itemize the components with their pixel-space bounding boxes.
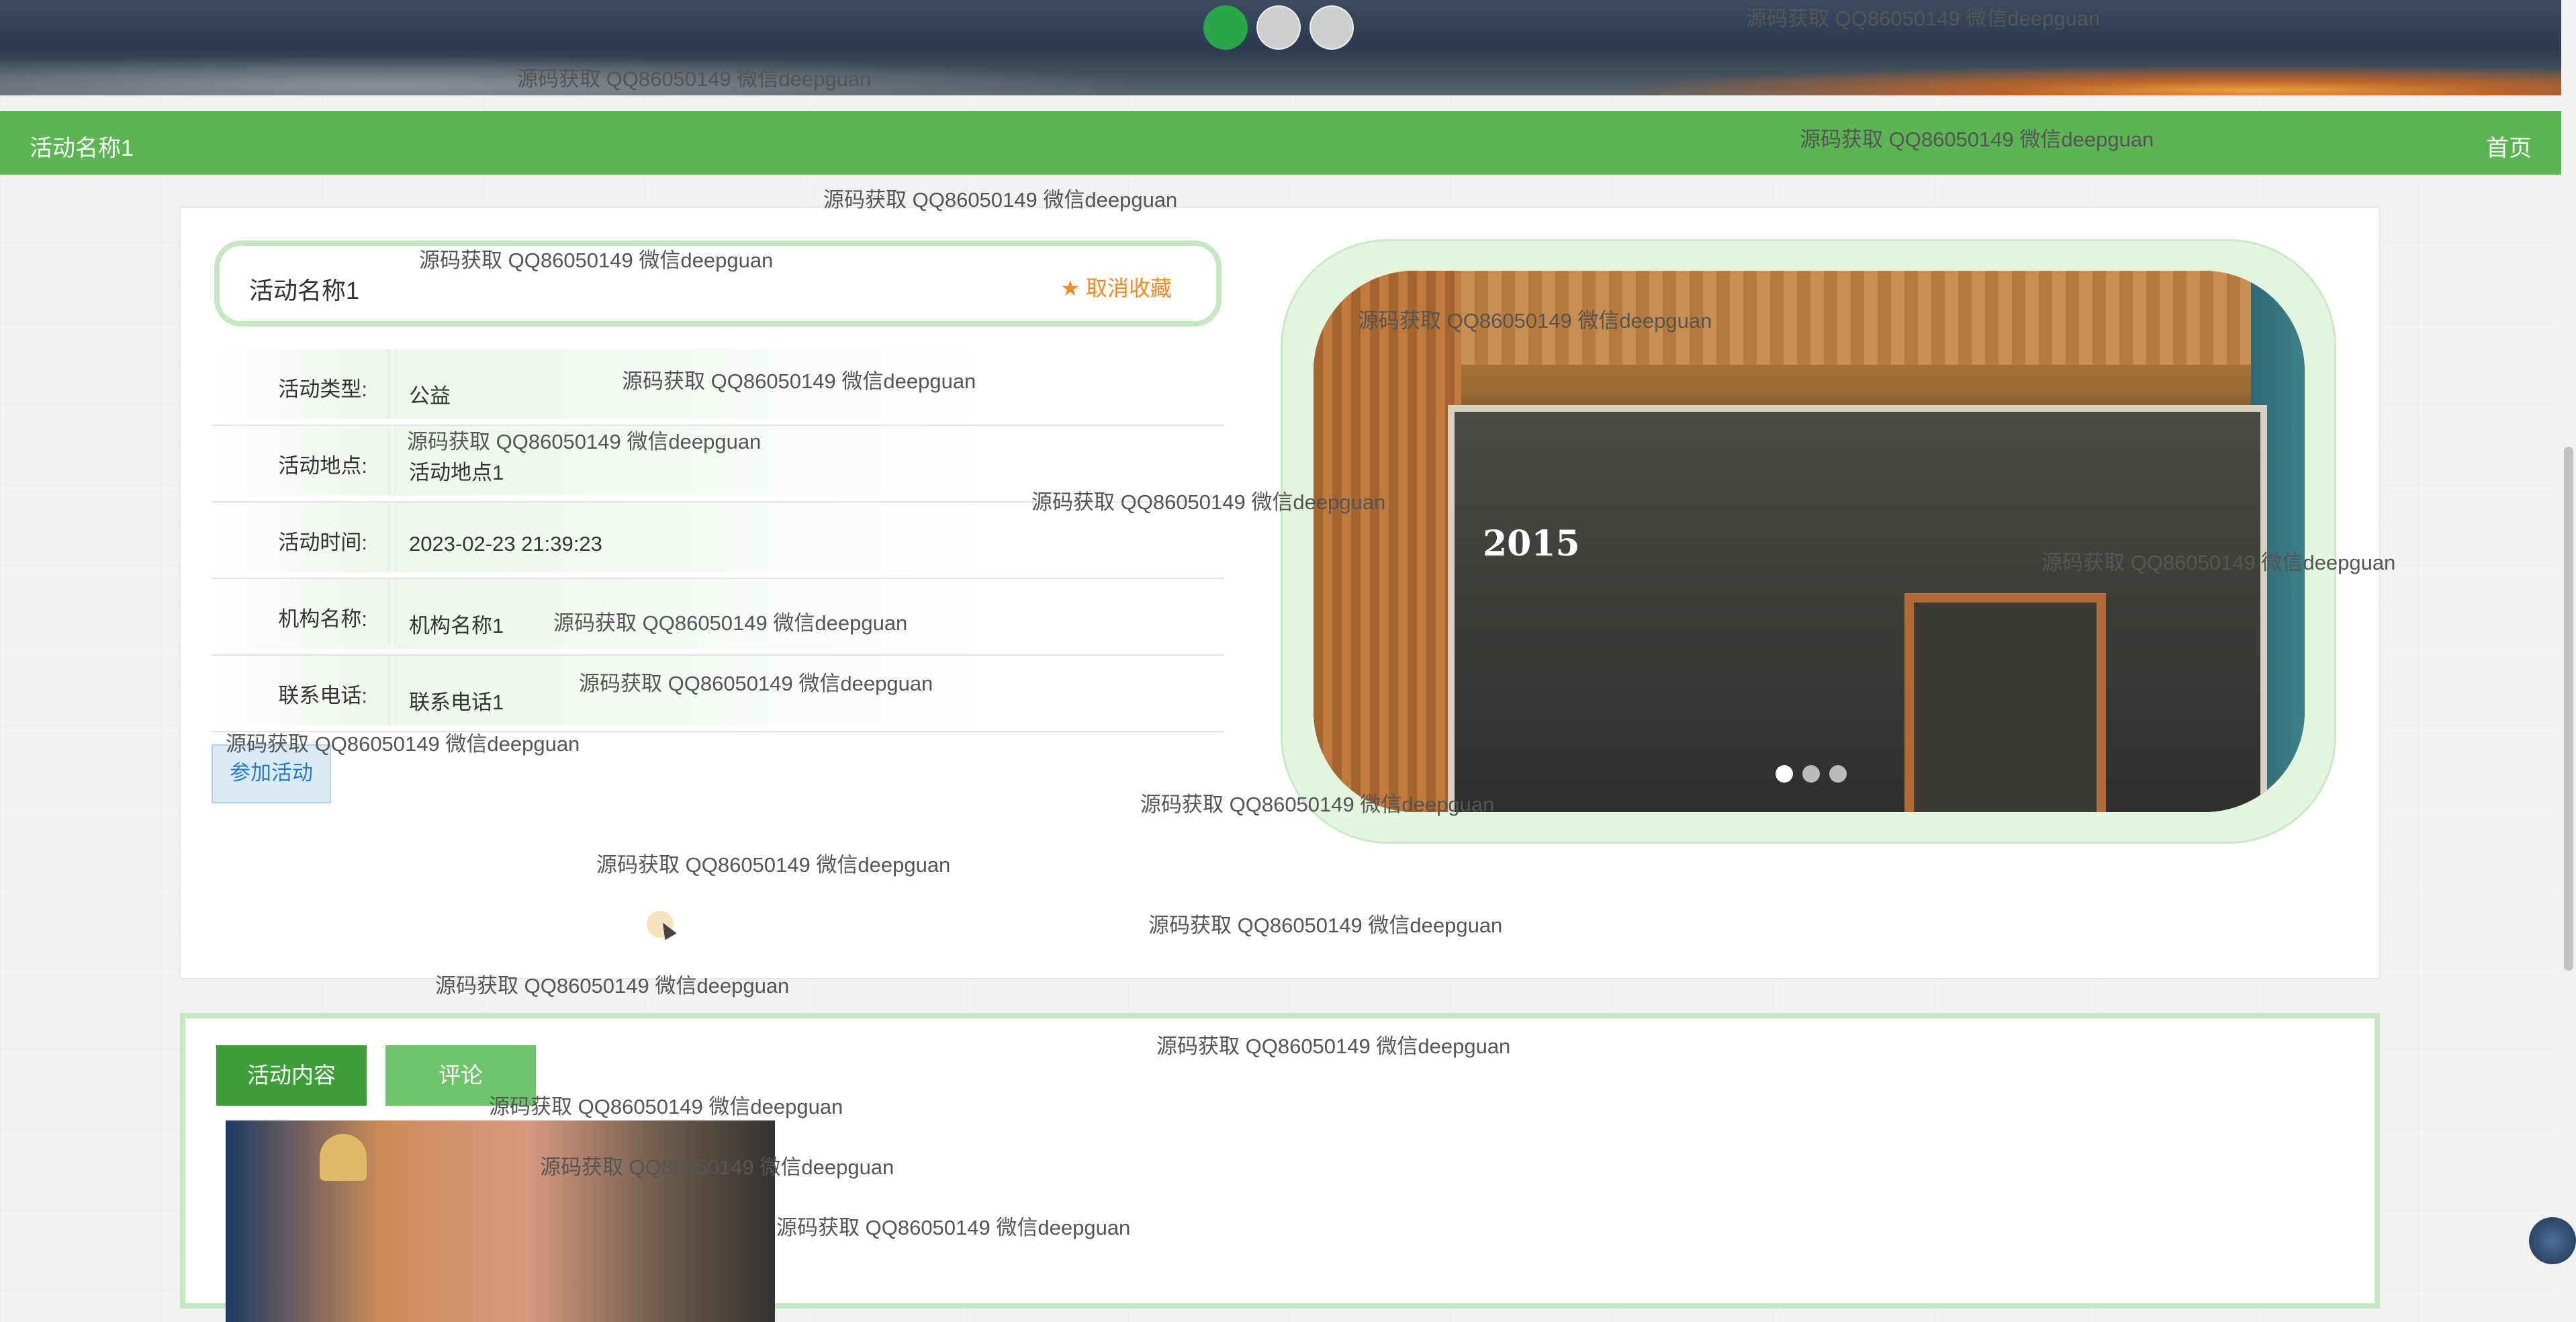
carousel-pagination	[1776, 765, 1847, 783]
lamp-detail	[320, 1134, 367, 1181]
hero-dot-3[interactable]	[1309, 5, 1354, 50]
field-row-time: 活动时间: 2023-02-23 21:39:23	[212, 502, 1224, 579]
carousel-image-detail	[1314, 271, 1461, 812]
home-link[interactable]: 首页	[2486, 130, 2532, 163]
floating-avatar-icon[interactable]	[2529, 1217, 2576, 1264]
carousel-dot-1[interactable]	[1776, 765, 1793, 783]
page-scrollbar[interactable]	[2561, 0, 2576, 1298]
carousel-image	[1314, 271, 2305, 365]
carousel-image-detail	[1904, 593, 2106, 812]
carousel-sign-text: 2015	[1483, 523, 1580, 564]
field-value: 机构名称1	[393, 579, 1064, 649]
image-carousel-frame: 2015	[1281, 239, 2336, 844]
join-activity-button[interactable]: 参加活动	[212, 744, 331, 803]
hero-dot-2[interactable]	[1256, 5, 1301, 50]
field-value: 联系电话1	[393, 656, 1064, 725]
field-value: 公益	[393, 349, 1064, 419]
field-row-organization: 机构名称: 机构名称1	[212, 579, 1224, 656]
field-label: 联系电话:	[212, 656, 392, 725]
activity-name: 活动名称1	[249, 277, 360, 304]
field-row-type: 活动类型: 公益	[212, 349, 1224, 426]
activity-detail-card: 活动名称1 ★ 取消收藏 活动类型: 公益 活动地点: 活动地点1 活动时间: …	[179, 207, 2381, 979]
tab-activity-content[interactable]: 活动内容	[216, 1045, 367, 1106]
carousel-dot-2[interactable]	[1802, 765, 1820, 783]
unfavorite-button[interactable]: ★ 取消收藏	[1060, 271, 1172, 302]
field-label: 活动类型:	[212, 349, 392, 419]
field-label: 活动时间:	[212, 502, 392, 572]
carousel-dot-3[interactable]	[1829, 765, 1847, 783]
navbar-title: 活动名称1	[30, 136, 134, 161]
field-row-location: 活动地点: 活动地点1	[212, 426, 1224, 502]
field-row-phone: 联系电话: 联系电话1	[212, 656, 1224, 732]
field-label: 机构名称:	[212, 579, 392, 649]
scrollbar-thumb[interactable]	[2564, 447, 2573, 971]
hero-dot-1[interactable]	[1203, 5, 1248, 50]
hero-pagination	[1203, 5, 1354, 50]
activity-content-image	[226, 1120, 775, 1322]
field-value: 2023-02-23 21:39:23	[393, 502, 1064, 572]
activity-name-box: 活动名称1 ★ 取消收藏	[214, 240, 1222, 326]
activity-content-card: 活动内容 评论	[180, 1013, 2380, 1322]
field-value: 活动地点1	[393, 426, 1064, 496]
field-label: 活动地点:	[212, 426, 392, 496]
tab-comments[interactable]: 评论	[385, 1045, 536, 1106]
top-navbar: 活动名称1 首页	[0, 111, 2561, 175]
carousel-image-detail	[1448, 405, 2267, 812]
hero-banner	[0, 0, 2561, 95]
image-carousel[interactable]: 2015	[1314, 271, 2305, 812]
